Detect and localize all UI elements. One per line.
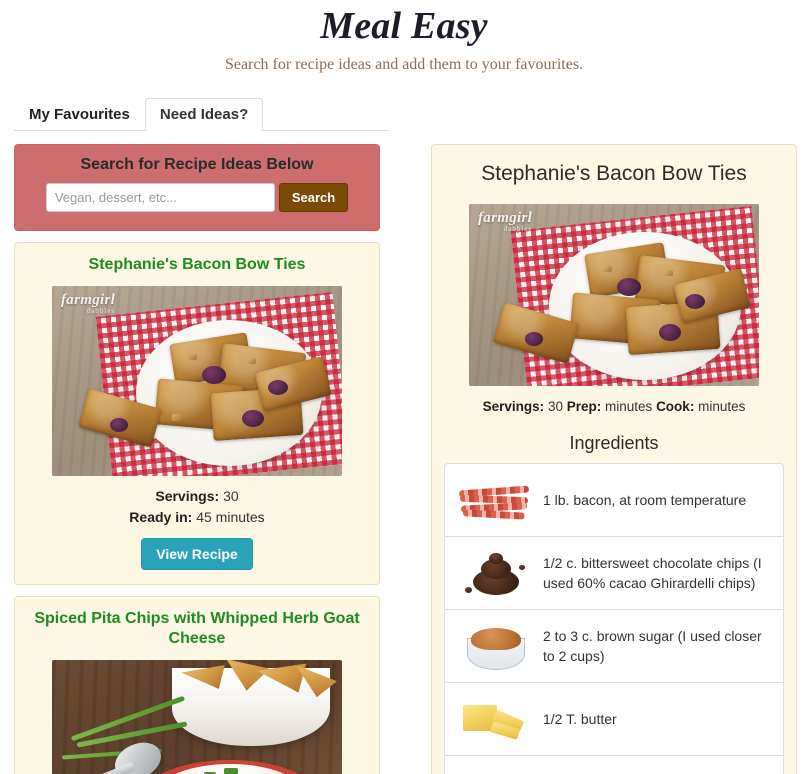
detail-servings-value: 30	[547, 399, 563, 415]
detail-prep-label: Prep:	[566, 399, 602, 415]
recipe-servings: Servings: 30	[27, 486, 367, 507]
farmgirl-watermark: farmgirl dabbles	[61, 293, 115, 315]
servings-value: 30	[223, 488, 239, 504]
detail-cook-value: minutes	[698, 399, 746, 415]
bacon-bow-ties-photo-large: farmgirl dabbles	[469, 204, 759, 387]
ingredient-row: 2 to 3 c. brown sugar (I used closer to …	[445, 610, 783, 684]
recipe-ready-in: Ready in: 45 minutes	[27, 507, 367, 528]
ingredient-text: 1 lb. bacon, at room temperature	[543, 492, 747, 509]
ready-in-label: Ready in:	[129, 509, 193, 525]
ingredient-text: 1/2 T. butter	[543, 711, 617, 728]
ingredient-row: 1 lb. bacon, at room temperature	[445, 464, 783, 538]
berry	[202, 366, 226, 384]
search-results-column: Search for Recipe Ideas Below Search Ste…	[14, 144, 380, 774]
farmgirl-watermark: farmgirl dabbles	[478, 211, 532, 233]
detail-cook-label: Cook:	[656, 399, 695, 415]
recipe-detail-column: Stephanie's Bacon Bow Ties farmgirl dabb…	[431, 144, 797, 774]
recipe-detail-meta: Servings: 30 Prep: minutes Cook: minutes	[444, 399, 784, 414]
brown-sugar-mound	[471, 628, 521, 651]
ingredients-list: 1 lb. bacon, at room temperature 1/2 c. …	[444, 463, 784, 774]
recipe-detail-title: Stephanie's Bacon Bow Ties	[481, 162, 747, 185]
berry	[242, 410, 264, 427]
ingredient-row: 1/2 c. bittersweet chocolate chips (I us…	[445, 537, 783, 611]
servings-label: Servings:	[155, 488, 220, 504]
berry	[110, 418, 128, 432]
main-columns: Search for Recipe Ideas Below Search Ste…	[0, 131, 808, 774]
butter-thumb	[457, 693, 533, 745]
detail-servings-label: Servings:	[482, 399, 545, 415]
herb-garnish	[224, 768, 238, 774]
watermark-text: farmgirl	[61, 292, 116, 308]
crumb	[665, 270, 673, 277]
tab-need-ideas[interactable]: Need Ideas?	[144, 98, 264, 131]
bacon-strip	[462, 509, 526, 520]
ingredient-row: 1/2 T. butter	[445, 683, 783, 757]
chocolate-chip	[519, 565, 525, 571]
ingredient-text: 1/2 c. bittersweet chocolate chips (I us…	[543, 554, 762, 592]
search-panel: Search for Recipe Ideas Below Search	[14, 144, 380, 231]
watermark-subtext: dabbles	[86, 307, 116, 315]
search-input[interactable]	[45, 183, 275, 212]
recipe-result-card[interactable]: Spiced Pita Chips with Whipped Herb Goat…	[14, 596, 380, 774]
view-recipe-button[interactable]: View Recipe	[141, 538, 253, 570]
ingredients-heading: Ingredients	[569, 433, 659, 454]
detail-prep-value: minutes	[605, 399, 653, 415]
crumb	[603, 266, 612, 273]
crumb	[248, 358, 256, 364]
site-title: Meal Easy	[320, 5, 488, 47]
recipe-card-title: Stephanie's Bacon Bow Ties	[88, 256, 306, 273]
ingredient-text: 2 to 3 c. brown sugar (I used closer to …	[543, 627, 762, 665]
search-button[interactable]: Search	[278, 183, 349, 212]
partial-thumb	[457, 766, 533, 774]
brown-sugar-thumb	[457, 620, 533, 672]
chocolate-chips-thumb	[457, 547, 533, 599]
recipe-result-card[interactable]: Stephanie's Bacon Bow Ties farmgirl dabb…	[14, 242, 380, 585]
recipe-detail-panel: Stephanie's Bacon Bow Ties farmgirl dabb…	[431, 144, 797, 774]
bacon-thumb	[457, 474, 533, 526]
watermark-subtext: dabbles	[503, 225, 533, 234]
site-subtitle: Search for recipe ideas and add them to …	[224, 56, 584, 73]
bacon-bow-ties-photo: farmgirl dabbles	[52, 286, 342, 476]
app-page: Meal Easy Search for recipe ideas and ad…	[0, 0, 808, 774]
tab-bar: My Favourites Need Ideas?	[0, 96, 808, 131]
ingredient-row	[445, 756, 783, 774]
tab-need-ideas-label: Need Ideas?	[159, 106, 249, 123]
search-row: Search	[27, 183, 367, 212]
recipe-card-title: Spiced Pita Chips with Whipped Herb Goat…	[34, 610, 360, 647]
chocolate-chip	[465, 587, 472, 594]
crumb	[172, 414, 182, 421]
pita-chips-goat-cheese-photo	[52, 660, 342, 774]
watermark-text: farmgirl	[478, 210, 533, 227]
ready-in-value: 45 minutes	[196, 509, 265, 525]
search-heading: Search for Recipe Ideas Below	[80, 156, 314, 173]
tab-my-favourites[interactable]: My Favourites	[14, 98, 145, 131]
berry	[268, 380, 288, 395]
crumb	[188, 354, 197, 360]
tab-my-favourites-label: My Favourites	[29, 106, 130, 123]
